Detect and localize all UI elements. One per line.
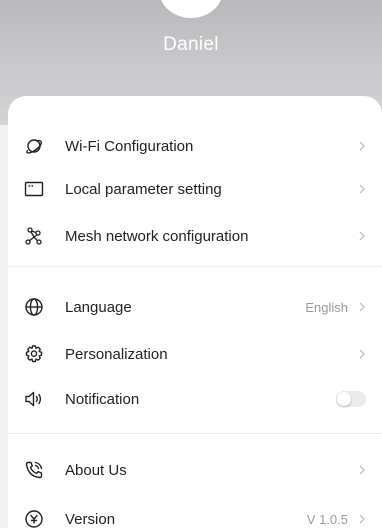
phone-icon: [24, 460, 44, 480]
menu-item-language[interactable]: Language English: [8, 287, 382, 327]
section-divider: [8, 266, 382, 267]
speaker-icon: [24, 389, 44, 409]
network-nodes-icon: [24, 226, 44, 246]
version-label: Version: [65, 510, 116, 528]
local-parameter-setting-label: Local parameter setting: [65, 180, 222, 198]
window-icon: [24, 179, 44, 199]
menu-item-version[interactable]: Version V 1.0.5: [8, 499, 382, 528]
menu-item-about-us[interactable]: About Us: [8, 450, 382, 490]
avatar[interactable]: [159, 0, 223, 18]
menu-item-mesh-network-configuration[interactable]: Mesh network configuration: [8, 216, 382, 256]
settings-menu: Wi-Fi Configuration Local parameter sett…: [8, 96, 382, 528]
section-divider: [8, 433, 382, 434]
chevron-right-icon: [355, 347, 369, 361]
chevron-right-icon: [355, 229, 369, 243]
version-icon: [24, 509, 44, 528]
menu-item-wifi-configuration[interactable]: Wi-Fi Configuration: [8, 126, 382, 166]
notification-toggle[interactable]: [336, 391, 366, 407]
globe-icon: [24, 297, 44, 317]
toggle-knob: [337, 392, 351, 406]
chevron-right-icon: [355, 463, 369, 477]
chevron-right-icon: [355, 182, 369, 196]
gear-icon: [24, 344, 44, 364]
chevron-right-icon: [355, 512, 369, 526]
version-value: V 1.0.5: [306, 511, 348, 527]
about-us-label: About Us: [65, 461, 127, 479]
chevron-right-icon: [355, 300, 369, 314]
wifi-configuration-label: Wi-Fi Configuration: [65, 137, 194, 155]
notification-label: Notification: [65, 390, 140, 408]
language-label: Language: [65, 298, 132, 316]
username: Daniel: [163, 34, 219, 55]
mesh-network-configuration-label: Mesh network configuration: [65, 227, 249, 245]
menu-item-personalization[interactable]: Personalization: [8, 334, 382, 374]
menu-item-notification: Notification: [8, 379, 382, 419]
chevron-right-icon: [355, 139, 369, 153]
menu-item-local-parameter-setting[interactable]: Local parameter setting: [8, 169, 382, 209]
language-value: English: [305, 299, 348, 315]
personalization-label: Personalization: [65, 345, 168, 363]
planet-icon: [24, 136, 44, 156]
